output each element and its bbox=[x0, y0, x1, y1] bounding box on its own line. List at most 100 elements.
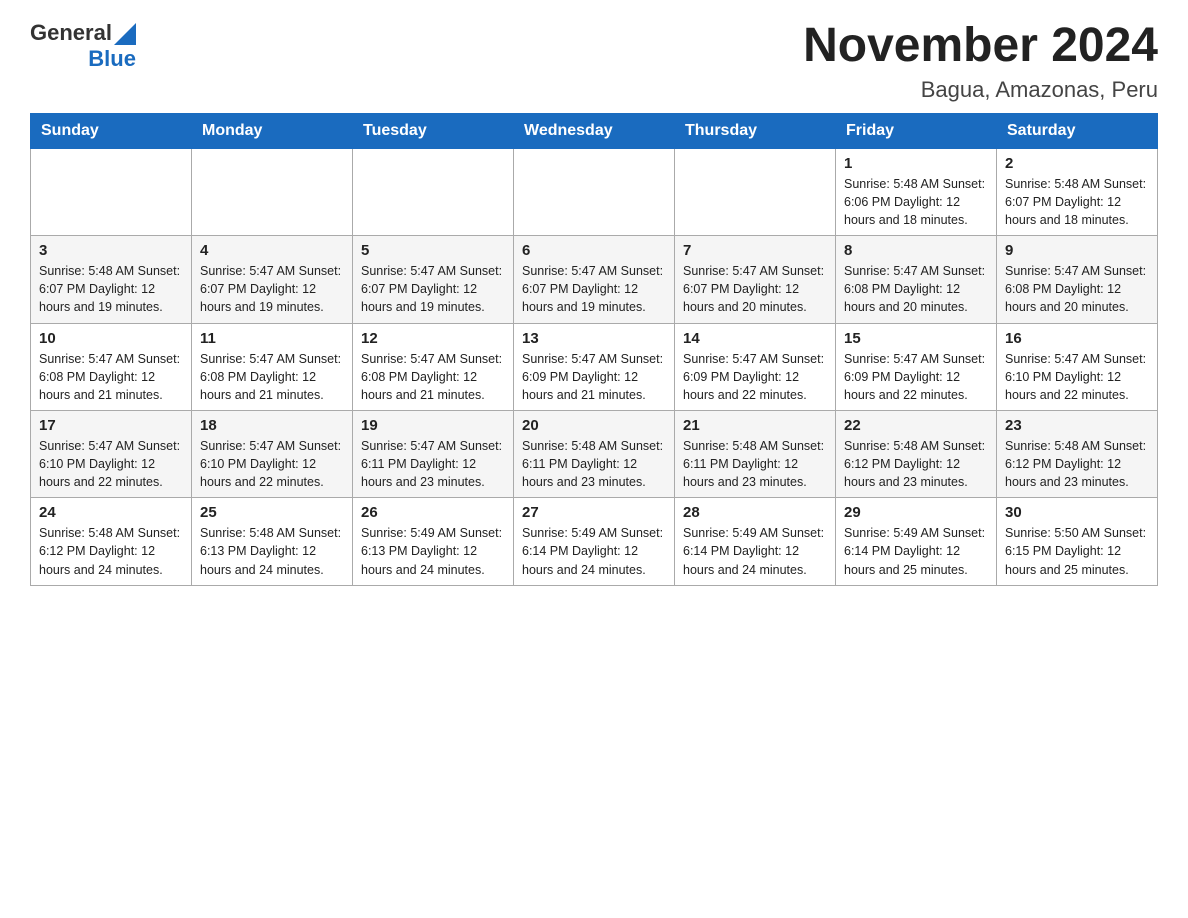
day-header-saturday: Saturday bbox=[997, 113, 1158, 148]
day-info: Sunrise: 5:48 AM Sunset: 6:12 PM Dayligh… bbox=[844, 437, 988, 491]
day-number: 30 bbox=[1005, 504, 1149, 521]
day-info: Sunrise: 5:49 AM Sunset: 6:13 PM Dayligh… bbox=[361, 524, 505, 578]
title-block: November 2024 Bagua, Amazonas, Peru bbox=[803, 20, 1158, 103]
calendar-cell: 19Sunrise: 5:47 AM Sunset: 6:11 PM Dayli… bbox=[353, 410, 514, 497]
calendar-cell: 14Sunrise: 5:47 AM Sunset: 6:09 PM Dayli… bbox=[675, 323, 836, 410]
day-header-tuesday: Tuesday bbox=[353, 113, 514, 148]
day-info: Sunrise: 5:48 AM Sunset: 6:07 PM Dayligh… bbox=[1005, 175, 1149, 229]
day-number: 22 bbox=[844, 417, 988, 434]
day-info: Sunrise: 5:49 AM Sunset: 6:14 PM Dayligh… bbox=[844, 524, 988, 578]
day-info: Sunrise: 5:48 AM Sunset: 6:11 PM Dayligh… bbox=[522, 437, 666, 491]
day-number: 13 bbox=[522, 330, 666, 347]
calendar-cell bbox=[353, 148, 514, 235]
page-header: General Blue November 2024 Bagua, Amazon… bbox=[30, 20, 1158, 103]
calendar-cell: 25 Sunrise: 5:48 AM Sunset: 6:13 PM Dayli… bbox=[192, 498, 353, 585]
day-number: 25 bbox=[200, 504, 344, 521]
day-number: 6 bbox=[522, 242, 666, 259]
calendar-cell: 7 Sunrise: 5:47 AM Sunset: 6:07 PM Daylig… bbox=[675, 236, 836, 323]
week-row-3: 10 Sunrise: 5:47 AM Sunset: 6:08 PM Dayli… bbox=[31, 323, 1158, 410]
day-number: 24 bbox=[39, 504, 183, 521]
week-row-5: 24 Sunrise: 5:48 AM Sunset: 6:12 PM Dayli… bbox=[31, 498, 1158, 585]
calendar-cell: 28 Sunrise: 5:49 AM Sunset: 6:14 PM Dayli… bbox=[675, 498, 836, 585]
calendar-cell bbox=[514, 148, 675, 235]
day-number: 7 bbox=[683, 242, 827, 259]
day-info: Sunrise: 5:47 AM Sunset: 6:08 PM Dayligh… bbox=[39, 350, 183, 404]
calendar-cell: 4 Sunrise: 5:47 AM Sunset: 6:07 PM Daylig… bbox=[192, 236, 353, 323]
day-header-friday: Friday bbox=[836, 113, 997, 148]
calendar-cell: 23Sunrise: 5:48 AM Sunset: 6:12 PM Dayli… bbox=[997, 410, 1158, 497]
day-number: 12 bbox=[361, 330, 505, 347]
logo-general-text: General bbox=[30, 20, 112, 46]
logo-triangle-icon bbox=[114, 23, 136, 45]
calendar-cell: 8Sunrise: 5:47 AM Sunset: 6:08 PM Daylig… bbox=[836, 236, 997, 323]
calendar-cell: 12 Sunrise: 5:47 AM Sunset: 6:08 PM Dayli… bbox=[353, 323, 514, 410]
calendar-body: 1Sunrise: 5:48 AM Sunset: 6:06 PM Daylig… bbox=[31, 148, 1158, 585]
day-number: 8 bbox=[844, 242, 988, 259]
week-row-1: 1Sunrise: 5:48 AM Sunset: 6:06 PM Daylig… bbox=[31, 148, 1158, 235]
day-info: Sunrise: 5:49 AM Sunset: 6:14 PM Dayligh… bbox=[683, 524, 827, 578]
calendar-subtitle: Bagua, Amazonas, Peru bbox=[803, 77, 1158, 103]
logo-blue-text: Blue bbox=[88, 46, 136, 72]
calendar-cell: 1Sunrise: 5:48 AM Sunset: 6:06 PM Daylig… bbox=[836, 148, 997, 235]
day-info: Sunrise: 5:48 AM Sunset: 6:13 PM Dayligh… bbox=[200, 524, 344, 578]
week-row-4: 17 Sunrise: 5:47 AM Sunset: 6:10 PM Dayli… bbox=[31, 410, 1158, 497]
day-number: 5 bbox=[361, 242, 505, 259]
day-info: Sunrise: 5:48 AM Sunset: 6:12 PM Dayligh… bbox=[1005, 437, 1149, 491]
day-info: Sunrise: 5:47 AM Sunset: 6:07 PM Dayligh… bbox=[683, 262, 827, 316]
day-number: 29 bbox=[844, 504, 988, 521]
day-number: 4 bbox=[200, 242, 344, 259]
day-info: Sunrise: 5:47 AM Sunset: 6:07 PM Dayligh… bbox=[361, 262, 505, 316]
day-number: 3 bbox=[39, 242, 183, 259]
day-number: 26 bbox=[361, 504, 505, 521]
calendar-cell: 6Sunrise: 5:47 AM Sunset: 6:07 PM Daylig… bbox=[514, 236, 675, 323]
day-number: 28 bbox=[683, 504, 827, 521]
day-number: 14 bbox=[683, 330, 827, 347]
day-info: Sunrise: 5:47 AM Sunset: 6:08 PM Dayligh… bbox=[200, 350, 344, 404]
calendar-cell: 10 Sunrise: 5:47 AM Sunset: 6:08 PM Dayli… bbox=[31, 323, 192, 410]
day-info: Sunrise: 5:47 AM Sunset: 6:09 PM Dayligh… bbox=[844, 350, 988, 404]
calendar-cell: 30 Sunrise: 5:50 AM Sunset: 6:15 PM Dayli… bbox=[997, 498, 1158, 585]
day-number: 18 bbox=[200, 417, 344, 434]
calendar-table: SundayMondayTuesdayWednesdayThursdayFrid… bbox=[30, 113, 1158, 586]
day-number: 9 bbox=[1005, 242, 1149, 259]
day-info: Sunrise: 5:50 AM Sunset: 6:15 PM Dayligh… bbox=[1005, 524, 1149, 578]
calendar-cell: 5 Sunrise: 5:47 AM Sunset: 6:07 PM Daylig… bbox=[353, 236, 514, 323]
day-header-wednesday: Wednesday bbox=[514, 113, 675, 148]
calendar-cell: 24 Sunrise: 5:48 AM Sunset: 6:12 PM Dayli… bbox=[31, 498, 192, 585]
day-info: Sunrise: 5:47 AM Sunset: 6:09 PM Dayligh… bbox=[522, 350, 666, 404]
day-number: 2 bbox=[1005, 155, 1149, 172]
logo: General Blue bbox=[30, 20, 136, 72]
calendar-cell: 26 Sunrise: 5:49 AM Sunset: 6:13 PM Dayli… bbox=[353, 498, 514, 585]
day-number: 27 bbox=[522, 504, 666, 521]
day-number: 15 bbox=[844, 330, 988, 347]
calendar-cell: 16 Sunrise: 5:47 AM Sunset: 6:10 PM Dayli… bbox=[997, 323, 1158, 410]
day-info: Sunrise: 5:47 AM Sunset: 6:10 PM Dayligh… bbox=[200, 437, 344, 491]
calendar-cell bbox=[31, 148, 192, 235]
day-info: Sunrise: 5:47 AM Sunset: 6:10 PM Dayligh… bbox=[1005, 350, 1149, 404]
day-info: Sunrise: 5:47 AM Sunset: 6:07 PM Dayligh… bbox=[200, 262, 344, 316]
day-header-sunday: Sunday bbox=[31, 113, 192, 148]
calendar-cell: 18 Sunrise: 5:47 AM Sunset: 6:10 PM Dayli… bbox=[192, 410, 353, 497]
days-of-week-row: SundayMondayTuesdayWednesdayThursdayFrid… bbox=[31, 113, 1158, 148]
calendar-cell: 3 Sunrise: 5:48 AM Sunset: 6:07 PM Daylig… bbox=[31, 236, 192, 323]
day-info: Sunrise: 5:48 AM Sunset: 6:11 PM Dayligh… bbox=[683, 437, 827, 491]
day-info: Sunrise: 5:47 AM Sunset: 6:08 PM Dayligh… bbox=[361, 350, 505, 404]
calendar-cell: 15 Sunrise: 5:47 AM Sunset: 6:09 PM Dayli… bbox=[836, 323, 997, 410]
calendar-cell: 29 Sunrise: 5:49 AM Sunset: 6:14 PM Dayli… bbox=[836, 498, 997, 585]
day-info: Sunrise: 5:48 AM Sunset: 6:07 PM Dayligh… bbox=[39, 262, 183, 316]
calendar-header: SundayMondayTuesdayWednesdayThursdayFrid… bbox=[31, 113, 1158, 148]
calendar-cell: 2 Sunrise: 5:48 AM Sunset: 6:07 PM Daylig… bbox=[997, 148, 1158, 235]
calendar-cell: 13 Sunrise: 5:47 AM Sunset: 6:09 PM Dayli… bbox=[514, 323, 675, 410]
day-number: 10 bbox=[39, 330, 183, 347]
day-number: 20 bbox=[522, 417, 666, 434]
calendar-cell: 17Sunrise: 5:47 AM Sunset: 6:10 PM Dayli… bbox=[31, 410, 192, 497]
day-info: Sunrise: 5:48 AM Sunset: 6:12 PM Dayligh… bbox=[39, 524, 183, 578]
calendar-cell bbox=[675, 148, 836, 235]
day-number: 16 bbox=[1005, 330, 1149, 347]
day-info: Sunrise: 5:47 AM Sunset: 6:08 PM Dayligh… bbox=[1005, 262, 1149, 316]
day-header-monday: Monday bbox=[192, 113, 353, 148]
day-number: 17 bbox=[39, 417, 183, 434]
calendar-cell: 22 Sunrise: 5:48 AM Sunset: 6:12 PM Dayli… bbox=[836, 410, 997, 497]
day-number: 1 bbox=[844, 155, 988, 172]
day-number: 19 bbox=[361, 417, 505, 434]
